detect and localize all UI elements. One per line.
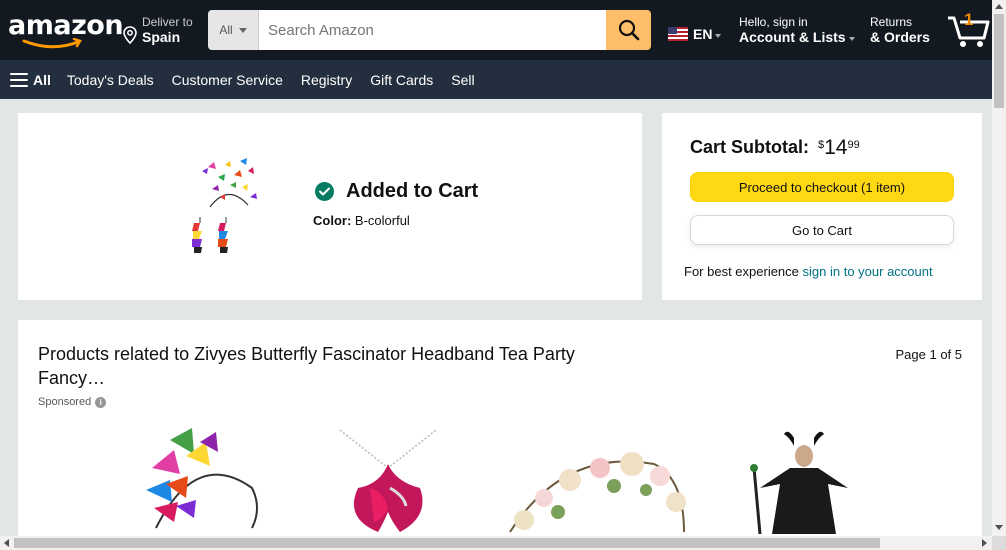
- vertical-scroll-thumb[interactable]: [994, 14, 1004, 108]
- all-menu-button[interactable]: All: [0, 72, 51, 88]
- chevron-down-icon: [715, 33, 722, 38]
- proceed-to-checkout-button[interactable]: Proceed to checkout (1 item): [690, 172, 954, 202]
- price-fraction: 99: [847, 139, 860, 151]
- butterfly-headband-image[interactable]: [126, 428, 266, 534]
- flower-crown-image[interactable]: [504, 428, 694, 534]
- nav-link-gift-cards[interactable]: Gift Cards: [370, 72, 433, 88]
- nav-link-sell[interactable]: Sell: [451, 72, 474, 88]
- added-to-cart-text: Added to Cart: [346, 180, 479, 202]
- cart-button[interactable]: 1: [946, 8, 992, 50]
- deliver-label: Deliver to: [142, 15, 193, 29]
- sponsored-text: Sponsored: [38, 396, 92, 408]
- related-products-card: Products related to Zivyes Butterfly Fas…: [18, 320, 982, 550]
- maleficent-costume-image[interactable]: [744, 428, 864, 534]
- search-category-select[interactable]: All: [208, 10, 259, 50]
- color-label: Color:: [313, 213, 352, 228]
- orders-label: & Orders: [870, 29, 930, 45]
- search-bar: All: [208, 10, 651, 50]
- horizontal-scroll-thumb[interactable]: [14, 538, 880, 548]
- butterfly-necklace-image[interactable]: [330, 428, 450, 534]
- sub-nav: All Today's Deals Customer Service Regis…: [0, 60, 992, 99]
- chevron-down-icon: [848, 36, 855, 41]
- deliver-to[interactable]: Deliver to Spain: [122, 15, 193, 45]
- added-to-cart-heading: Added to Cart: [315, 180, 478, 203]
- chevron-down-icon: [238, 27, 247, 33]
- scroll-up-arrow-icon[interactable]: [995, 4, 1003, 9]
- product-thumbnail-image[interactable]: [190, 155, 270, 259]
- scroll-right-arrow-icon[interactable]: [982, 539, 987, 547]
- scroll-left-arrow-icon[interactable]: [4, 539, 9, 547]
- nav-link-todays-deals[interactable]: Today's Deals: [67, 72, 154, 88]
- subtotal-label: Cart Subtotal:: [690, 137, 809, 157]
- scroll-down-arrow-icon[interactable]: [995, 525, 1003, 530]
- price-whole: 14: [824, 136, 848, 159]
- language-label: EN: [693, 26, 713, 42]
- language-selector[interactable]: EN: [668, 26, 722, 42]
- subtotal-price: $ 14 99: [818, 137, 860, 159]
- sponsored-label: Sponsored i: [38, 396, 107, 408]
- added-to-cart-card: Added to Cart Color: B-colorful: [18, 113, 642, 300]
- nav-link-registry[interactable]: Registry: [301, 72, 352, 88]
- page-indicator: Page 1 of 5: [895, 347, 963, 362]
- search-button[interactable]: [606, 10, 651, 50]
- cart-subtotal-card: Cart Subtotal: $ 14 99 Proceed to checko…: [662, 113, 982, 300]
- best-experience-note: For best experience sign in to your acco…: [684, 264, 933, 279]
- account-lists[interactable]: Hello, sign in Account & Lists: [739, 15, 855, 45]
- cart-subtotal: Cart Subtotal: $ 14 99: [690, 137, 860, 159]
- related-products-title: Products related to Zivyes Butterfly Fas…: [38, 344, 575, 388]
- go-to-cart-button[interactable]: Go to Cart: [690, 215, 954, 245]
- check-circle-icon: [315, 182, 334, 201]
- vertical-scrollbar[interactable]: [992, 0, 1006, 550]
- all-menu-label: All: [33, 71, 51, 88]
- us-flag-icon: [668, 27, 688, 41]
- location-pin-icon: [123, 26, 137, 44]
- sign-in-link[interactable]: sign in to your account: [803, 264, 933, 279]
- search-input[interactable]: [259, 10, 606, 50]
- color-value: B-colorful: [354, 213, 410, 228]
- account-label: Account & Lists: [739, 29, 846, 45]
- logo-text: amazon: [8, 10, 124, 41]
- scrollbar-corner: [992, 536, 1006, 550]
- hamburger-icon: [10, 72, 28, 87]
- cart-count: 1: [964, 10, 974, 29]
- search-icon: [618, 19, 639, 41]
- amazon-logo[interactable]: amazon: [8, 10, 124, 49]
- account-greeting: Hello, sign in: [739, 15, 808, 29]
- returns-label: Returns: [870, 15, 913, 29]
- info-icon[interactable]: i: [95, 396, 107, 408]
- top-nav: amazon Deliver to Spain All Search Amazo…: [0, 0, 992, 60]
- logo-smile-icon: [22, 38, 82, 49]
- horizontal-scrollbar[interactable]: [0, 536, 992, 550]
- product-color: Color: B-colorful: [313, 213, 410, 228]
- nav-link-customer-service[interactable]: Customer Service: [172, 72, 283, 88]
- returns-orders[interactable]: Returns & Orders: [870, 15, 930, 45]
- deliver-location: Spain: [142, 29, 181, 45]
- best-experience-text: For best experience: [684, 264, 799, 279]
- search-category-label: All: [219, 23, 233, 37]
